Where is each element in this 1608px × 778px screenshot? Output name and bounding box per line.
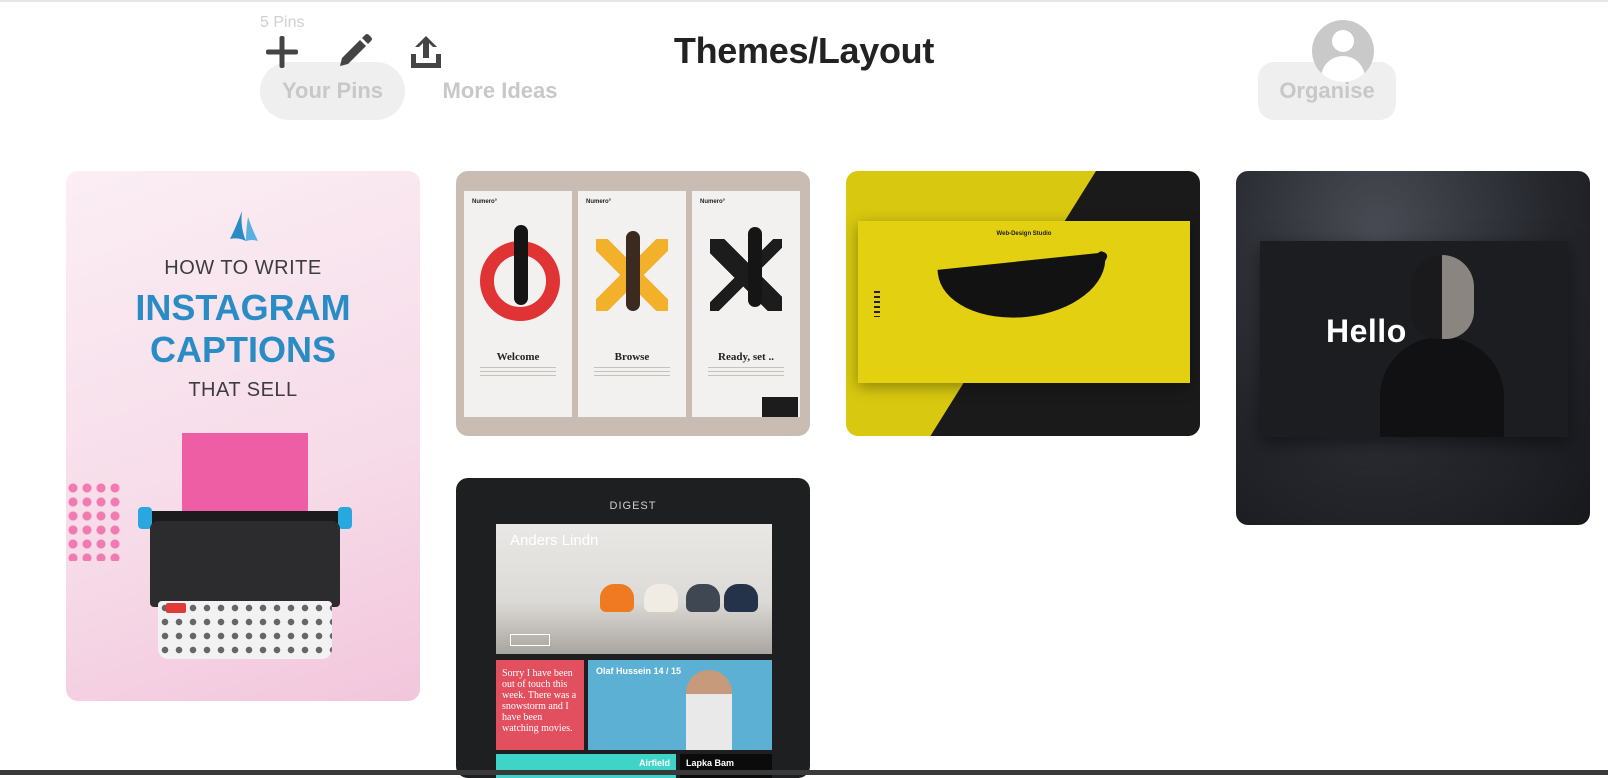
- pink-dot-pattern: [66, 481, 120, 561]
- sail-logo-icon: [230, 211, 258, 241]
- dancer-figure: [514, 225, 528, 305]
- pin-instagram-captions[interactable]: HOW TO WRITE INSTAGRAM CAPTIONS THAT SEL…: [66, 171, 420, 701]
- side-vertical-text: [874, 291, 880, 317]
- screen-cta-button: [762, 397, 798, 417]
- screen-title: Ready, set ..: [718, 351, 774, 363]
- app-screen-browse: Numero° Browse: [578, 191, 686, 417]
- screen-brand: Numero°: [472, 199, 498, 205]
- dark-card-label: Lapka Bam: [686, 758, 735, 768]
- typewriter-red-key: [166, 603, 186, 613]
- app-screen-ready: Numero° Ready, set ..: [692, 191, 800, 417]
- screen-brand: Numero°: [700, 199, 726, 205]
- hello-headline: Hello: [1326, 313, 1407, 349]
- pin-banana-studio[interactable]: Web-Design Studio: [846, 171, 1200, 436]
- digest-brand: DIGEST: [609, 500, 657, 512]
- screen-body-text: [480, 367, 556, 379]
- man-portrait: [686, 670, 732, 750]
- chair-white: [644, 584, 678, 612]
- typewriter-knob: [338, 507, 352, 529]
- chair-navy: [724, 584, 758, 612]
- teal-card-label: Airfield: [638, 758, 670, 768]
- chair-orange: [600, 584, 634, 612]
- hero-title: Anders Lindn: [510, 532, 599, 549]
- user-avatar[interactable]: [1312, 20, 1374, 82]
- screen-brand: Numero°: [586, 199, 612, 205]
- avatar-shoulders-shape: [1321, 56, 1365, 82]
- chair-grey: [686, 584, 720, 612]
- pin-headline-line2: INSTAGRAM: [135, 287, 351, 328]
- pin-headline-line4: THAT SELL: [188, 379, 298, 401]
- screen-title: Browse: [614, 351, 650, 363]
- pin-hello-portrait[interactable]: Hello: [1236, 171, 1590, 525]
- black-banana-image: [937, 252, 1111, 326]
- portrait-face: [1410, 255, 1474, 339]
- website-mockup-dark: Hello: [1260, 241, 1568, 437]
- digest-blue-card: Olaf Hussein 14 / 15: [588, 660, 772, 750]
- website-mockup-card: Web-Design Studio: [858, 221, 1190, 383]
- pin-digest-layout[interactable]: DIGEST Anders Lindn Sorry I have been ou…: [456, 478, 810, 778]
- horizontal-scrollbar[interactable]: [0, 770, 1608, 775]
- app-screen-welcome: Numero° Welcome: [464, 191, 572, 417]
- studio-title: Web-Design Studio: [996, 231, 1052, 237]
- digest-red-card: Sorry I have been out of touch this week…: [496, 660, 584, 750]
- board-toolbar: Themes/Layout: [0, 0, 1608, 104]
- dancer-figure: [626, 231, 640, 311]
- avatar-head-shape: [1332, 30, 1354, 52]
- dancer-figure: [748, 227, 762, 307]
- pin-headline-line3: CAPTIONS: [149, 329, 336, 370]
- screen-body-text: [594, 367, 670, 379]
- screen-body-text: [708, 367, 784, 379]
- screen-title: Welcome: [496, 351, 540, 363]
- hero-read-button: [510, 634, 550, 646]
- red-card-text: Sorry I have been out of touch this week…: [502, 668, 577, 734]
- blue-card-title: Olaf Hussein 14 / 15: [596, 666, 682, 676]
- pin-numero-app-screens[interactable]: Numero° Welcome Numero° Browse Numero° R…: [456, 171, 810, 436]
- digest-hero-image: Anders Lindn: [496, 524, 772, 654]
- portrait-body: [1380, 337, 1504, 437]
- pin-headline-line1: HOW TO WRITE: [164, 257, 322, 279]
- black-x-graphic: [710, 239, 782, 311]
- typewriter-body: [150, 521, 340, 607]
